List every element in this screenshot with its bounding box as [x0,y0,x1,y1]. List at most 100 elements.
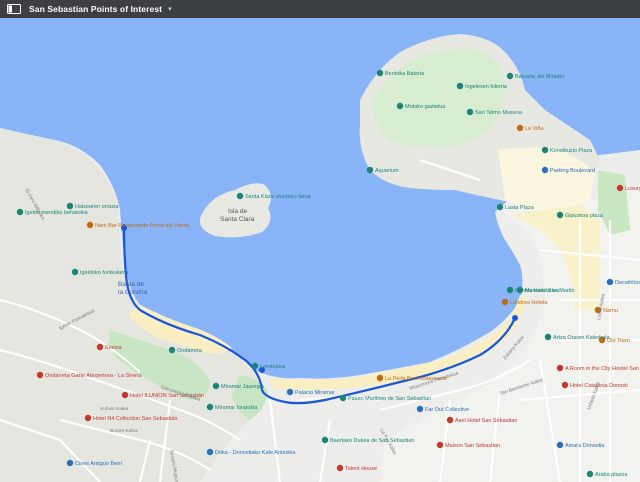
poi-label: Talent House [345,466,377,472]
island-label-line2: Santa Clara [220,216,255,223]
poi-san-telmo[interactable]: San Telmo Museoa [466,108,523,116]
poi-marker-icon[interactable] [286,388,294,396]
poi-maison[interactable]: Maison San Sebastian [436,441,500,449]
island-label-line1: Isla de [228,208,248,215]
poi-marker-icon[interactable] [586,470,594,478]
poi-ingelesen[interactable]: Ingelesen hilerria [456,82,508,90]
poi-marker-icon[interactable] [541,166,549,174]
poi-label: Loretopea [260,364,286,370]
poi-marker-icon[interactable] [456,82,464,90]
sidebar-toggle-icon[interactable] [7,4,21,14]
poi-artza[interactable]: Artza Oraren Katedrala [544,333,611,341]
poi-igueldo-funicular[interactable]: Igeldoko funikularra [71,268,129,276]
poi-amara[interactable]: Amara Donostia [556,441,606,449]
poi-doka[interactable]: Doka - Donostiako Kafe Antzokia [206,448,297,456]
poi-miramar-loratokia[interactable]: Miramar loratokia [206,403,259,411]
poi-marker-icon[interactable] [168,346,176,354]
poi-marker-icon[interactable] [236,192,244,200]
poi-marker-icon[interactable] [556,364,564,372]
poi-marker-icon[interactable] [96,343,104,351]
poi-marker-icon[interactable] [416,405,424,413]
poi-luxury[interactable]: Luxury [616,184,640,192]
poi-marker-icon[interactable] [396,102,404,110]
poi-cines-antiguo[interactable]: Cines Antiguo Berri [66,459,122,467]
top-bar: San Sebastian Points of Interest ▾ [0,0,640,18]
poi-label: San Telmo Museoa [475,110,523,116]
poi-marker-icon[interactable] [36,371,44,379]
poi-marker-icon[interactable] [66,202,74,210]
poi-marker-icon[interactable] [556,441,564,449]
poi-label: Bentoka Bateria [385,71,425,77]
poi-label: Londres Hotela [510,300,548,306]
poi-label: La Viña [525,126,544,132]
road-label-kuhvia: Kuhvia Kalea [100,406,129,412]
poi-marker-icon[interactable] [606,278,614,286]
map-canvas[interactable]: Bahía de la Concha Isla de Santa Clara O… [0,18,640,482]
poi-mercado[interactable]: Mercado San Martin [516,286,575,294]
poi-ondarreta-garte[interactable]: Ondarreta Garte Aterpetxea - La Sirena [36,371,142,379]
poi-marker-icon[interactable] [541,146,549,154]
poi-label: Paseo Maritimo de San Sebastian [348,396,431,402]
poi-konstitution[interactable]: Konstituzio Plaza [541,146,593,154]
poi-label: Gipuzkoa plaza [565,213,604,219]
caret-down-icon[interactable]: ▾ [168,5,172,13]
poi-marker-icon[interactable] [376,374,384,382]
poi-marker-icon[interactable] [206,403,214,411]
poi-marker-icon[interactable] [616,184,624,192]
poi-label: Luxury [625,186,640,192]
poi-marker-icon[interactable] [339,394,347,402]
poi-a-room[interactable]: A Room in the City Hostel San Sebastian [556,364,640,372]
poi-marker-icon[interactable] [376,69,384,77]
poi-label: Lasta Plaza [505,205,535,211]
poi-hazeazen[interactable]: Haizearen orrazia [66,202,120,210]
route-end-marker[interactable] [512,315,518,321]
poi-label: Asel Hotel San Sebastian [455,418,517,424]
poi-far-out[interactable]: Far Out Collective [416,405,469,413]
poi-marker-icon[interactable] [446,416,454,424]
poi-label: Far Out Collective [425,407,469,413]
poi-paseo-maritimo[interactable]: Paseo Maritimo de San Sebastian [339,394,431,402]
poi-marker-icon[interactable] [544,333,552,341]
poi-label: Decathlon City [615,280,640,286]
poi-marker-icon[interactable] [436,441,444,449]
poi-faro-santa-clara[interactable]: Santa Klara uharteko faroa [236,192,312,200]
poi-marker-icon[interactable] [516,124,524,132]
poi-motako[interactable]: Motako gaztelua [396,102,446,110]
poi-label: Palacio Miramar [295,390,335,396]
poi-marker-icon[interactable] [516,286,524,294]
poi-parte-vieja[interactable]: Nam Bar Restaurante Peine del Viento [86,221,190,229]
poi-marker-icon[interactable] [71,268,79,276]
poi-marker-icon[interactable] [251,362,259,370]
poi-kontu-bateria[interactable]: Bentoka Bateria [376,69,425,77]
map-title: San Sebastian Points of Interest [29,4,163,14]
poi-marker-icon[interactable] [561,381,569,389]
poi-marker-icon[interactable] [321,436,329,444]
poi-marker-icon[interactable] [366,166,374,174]
poi-marker-icon[interactable] [466,108,474,116]
poi-marker-icon[interactable] [336,464,344,472]
poi-marker-icon[interactable] [66,459,74,467]
poi-asel-hotel[interactable]: Asel Hotel San Sebastian [446,416,518,424]
poi-marker-icon[interactable] [501,298,509,306]
poi-marker-icon[interactable] [121,391,129,399]
poi-marker-icon[interactable] [212,382,220,390]
poi-hotel-niza[interactable]: Hotel N4 Collection San Sebastián [84,414,178,422]
poi-label: Amara Donostia [565,443,605,449]
poi-marker-icon[interactable] [496,203,504,211]
poi-marker-icon[interactable] [506,286,514,294]
poi-label: A Room in the City Hostel San Sebastian [565,366,640,372]
poi-marker-icon[interactable] [206,448,214,456]
poi-marker-icon[interactable] [84,414,92,422]
poi-miramar[interactable]: Miramar Jauregia [212,382,265,390]
poi-label: Parking Boulevard [550,168,595,174]
poi-marker-icon[interactable] [506,72,514,80]
poi-ezeiza[interactable]: Ezeiza [96,343,123,351]
poi-marker-icon[interactable] [16,208,24,216]
poi-label: Ondarreta [177,348,203,354]
poi-baertako[interactable]: Baertako Dukea de San Sebastian [321,436,415,444]
poi-la-viña[interactable]: La Viña [516,124,545,132]
poi-marker-icon[interactable] [556,211,564,219]
poi-baluarte[interactable]: Baluarte del Mirador [506,72,565,80]
poi-marker-icon[interactable] [86,221,94,229]
poi-parking[interactable]: Parking Boulevard [541,166,595,174]
